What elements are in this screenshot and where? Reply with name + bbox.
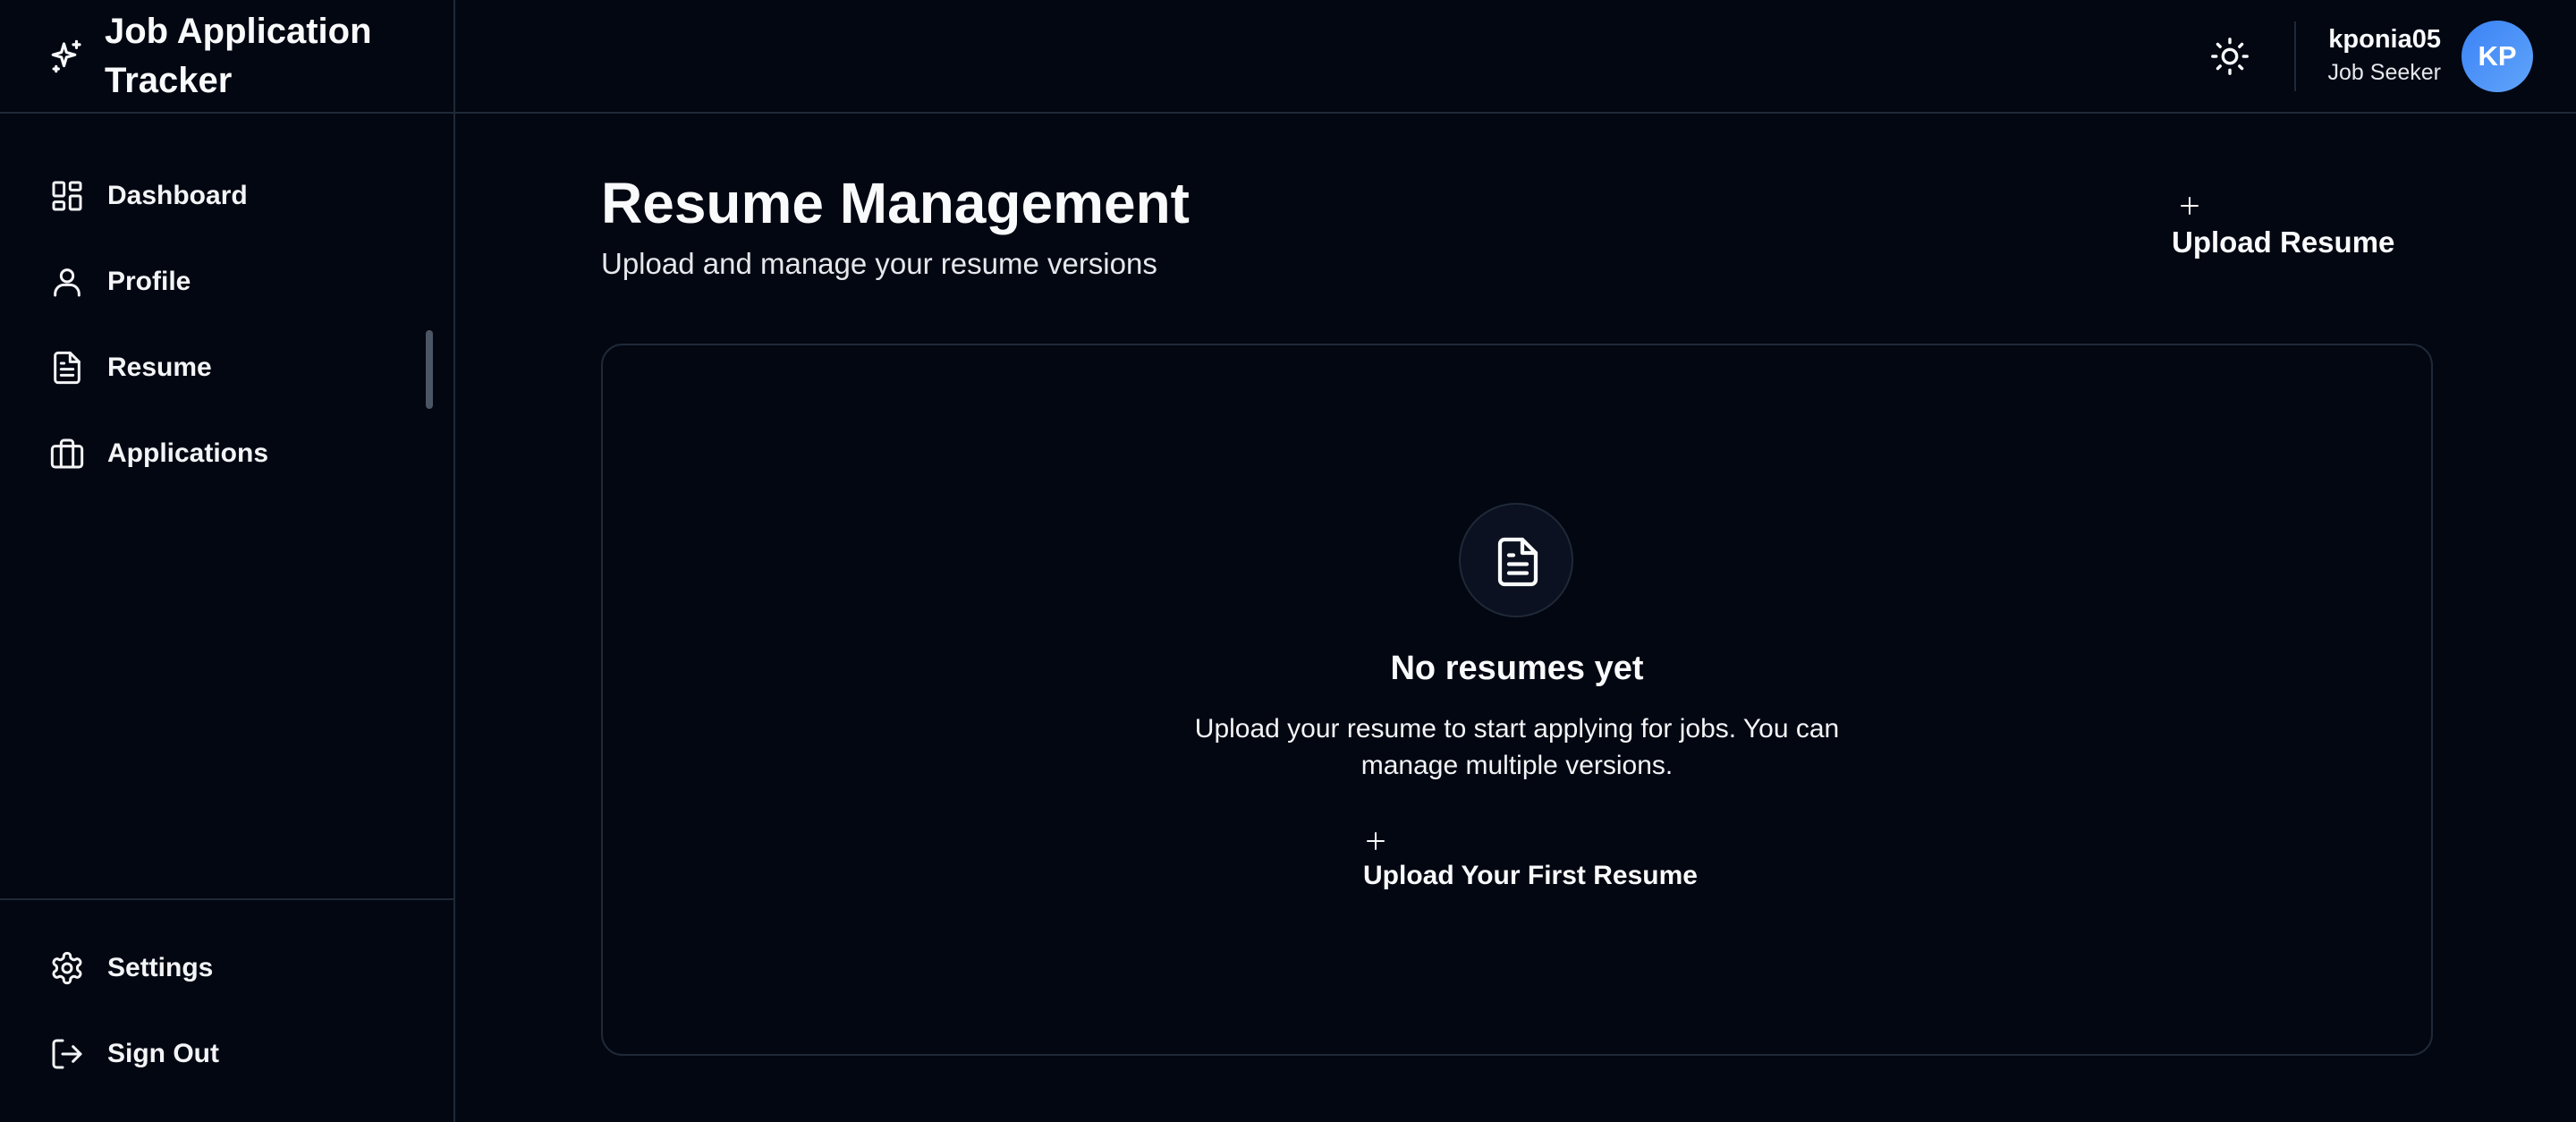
sidebar-item-applications[interactable]: Applications: [0, 418, 455, 489]
sparkles-icon: [48, 38, 86, 75]
plus-icon: [2179, 195, 2200, 217]
sidebar: Job Application Tracker Dashboard Profil…: [0, 0, 455, 1122]
sun-icon: [2209, 36, 2250, 77]
sidebar-item-dashboard[interactable]: Dashboard: [0, 160, 455, 232]
brand[interactable]: Job Application Tracker: [0, 0, 455, 114]
empty-state-title: No resumes yet: [1390, 650, 1644, 687]
empty-state-icon-badge: [1459, 503, 1573, 617]
sidebar-item-label: Sign Out: [107, 1039, 219, 1068]
header-divider: [455, 112, 2576, 114]
upload-first-resume-label: Upload Your First Resume: [1363, 861, 1698, 890]
file-text-icon: [49, 350, 85, 386]
briefcase-icon: [49, 436, 85, 472]
avatar[interactable]: KP: [2462, 21, 2533, 92]
sidebar-item-profile[interactable]: Profile: [0, 246, 455, 318]
sidebar-item-label: Resume: [107, 353, 212, 382]
sidebar-divider: [0, 898, 455, 900]
app-title: Job Application Tracker: [105, 12, 372, 100]
header-separator: [2294, 21, 2296, 91]
upload-resume-label: Upload Resume: [2172, 225, 2395, 259]
user-role: Job Seeker: [2327, 60, 2441, 85]
gear-icon: [49, 950, 85, 986]
sidebar-item-label: Settings: [107, 953, 214, 982]
page-title: Resume Management: [601, 171, 1190, 235]
upload-first-resume-button[interactable]: Upload Your First Resume: [1360, 825, 1698, 897]
dashboard-icon: [49, 178, 85, 214]
sidebar-item-sign-out[interactable]: Sign Out: [0, 1018, 455, 1090]
theme-toggle-button[interactable]: [2209, 36, 2250, 77]
resume-list-card: [601, 344, 2433, 1056]
sidebar-item-resume[interactable]: Resume: [0, 332, 455, 404]
user-name: kponia05: [2328, 25, 2441, 54]
upload-resume-button[interactable]: Upload Resume: [2172, 191, 2422, 263]
active-indicator: [426, 330, 433, 409]
logout-icon: [49, 1036, 85, 1072]
sidebar-item-settings[interactable]: Settings: [0, 932, 455, 1004]
sidebar-item-label: Applications: [107, 438, 269, 468]
user-icon: [49, 264, 85, 300]
page-subtitle: Upload and manage your resume versions: [601, 247, 1157, 280]
empty-state-description: Upload your resume to start applying for…: [1194, 714, 1840, 780]
sidebar-item-label: Profile: [107, 267, 191, 296]
sidebar-item-label: Dashboard: [107, 181, 248, 210]
plus-icon: [1365, 830, 1386, 852]
